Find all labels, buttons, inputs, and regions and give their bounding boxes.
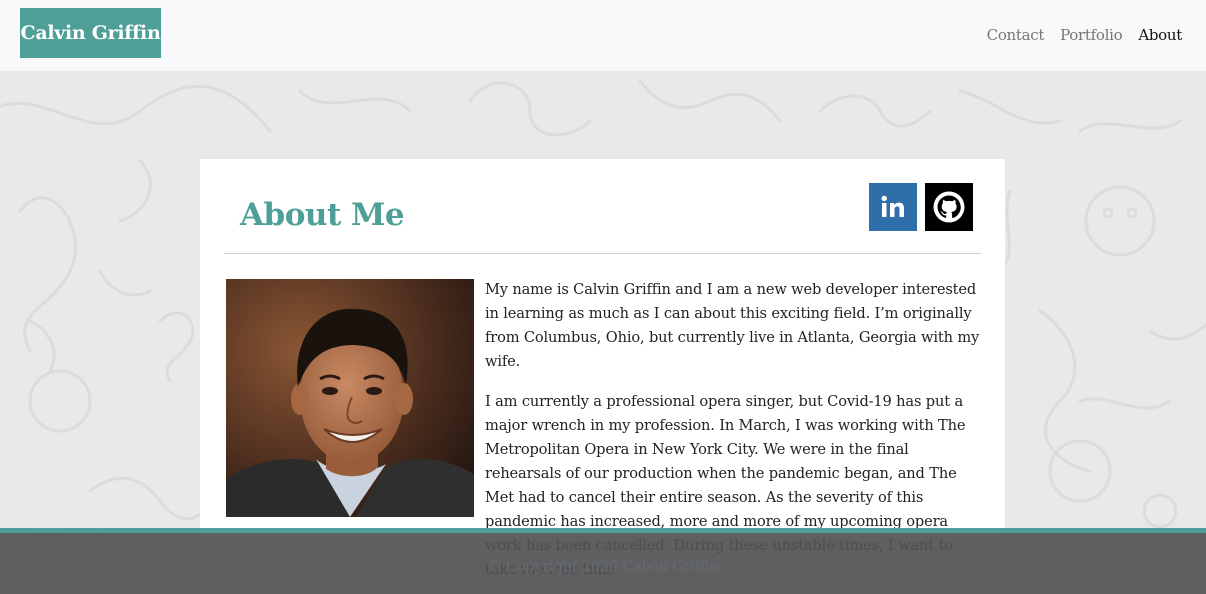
footer-copyright: © Copyright 2020 Calvin Griffin bbox=[487, 559, 719, 575]
nav-link-about[interactable]: About bbox=[1138, 24, 1182, 46]
page-title: About Me bbox=[240, 197, 405, 233]
linkedin-link[interactable] bbox=[869, 183, 917, 231]
nav-link-portfolio[interactable]: Portfolio bbox=[1060, 24, 1123, 46]
linkedin-icon bbox=[881, 195, 904, 217]
github-icon bbox=[933, 191, 965, 223]
brand-logo[interactable]: Calvin Griffin bbox=[20, 8, 161, 58]
nav-link-contact[interactable]: Contact bbox=[987, 24, 1045, 46]
navbar: Calvin Griffin Contact Portfolio About bbox=[0, 0, 1206, 71]
profile-photo bbox=[226, 279, 474, 517]
bio-paragraph: My name is Calvin Griffin and I am a new… bbox=[485, 281, 980, 370]
nav-links: Contact Portfolio About bbox=[987, 24, 1183, 46]
footer: © Copyright 2020 Calvin Griffin bbox=[0, 528, 1206, 594]
github-link[interactable] bbox=[925, 183, 973, 231]
title-divider bbox=[224, 253, 981, 254]
about-card: About Me My name is Calvin Griffin and I… bbox=[200, 159, 1005, 578]
